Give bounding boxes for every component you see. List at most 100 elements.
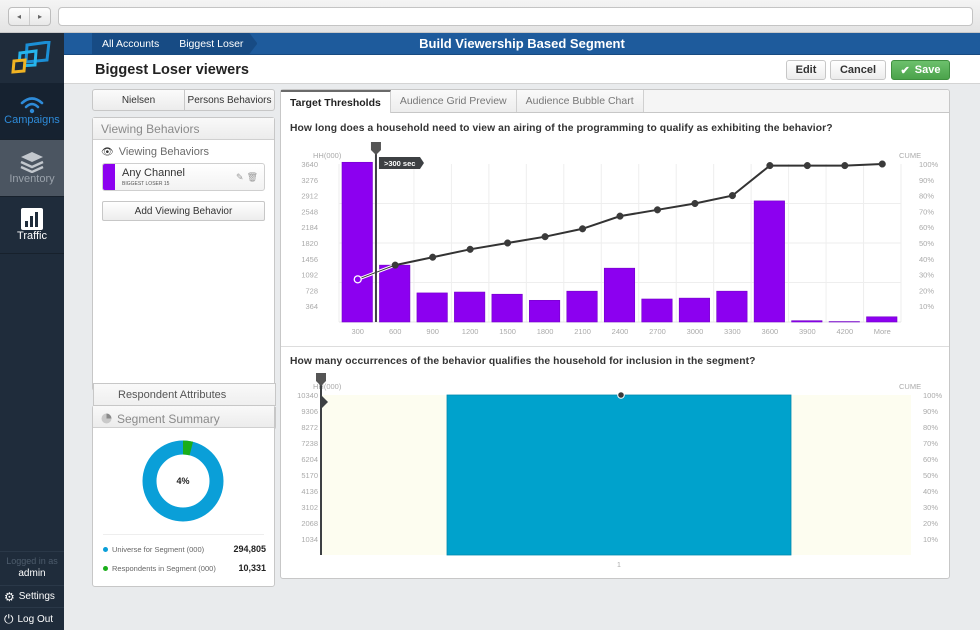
y2-tick-label: 70% [923,439,938,448]
y-tick-label: 8272 [301,423,318,432]
y2-tick-label: 80% [919,192,934,201]
respondents-dot-icon [103,565,108,571]
sidebar-item-label: Inventory [9,173,55,185]
back-button[interactable]: ◂ [9,8,30,25]
behavior-color-swatch [103,164,115,190]
cume-point [504,239,512,247]
y-tick-label: 2548 [301,207,318,216]
trash-icon[interactable]: 🗑 [247,172,258,183]
x-tick-label: 1200 [462,327,479,336]
y2-tick-label: 80% [923,423,938,432]
y-tick-label: 364 [305,302,318,311]
cume-point [803,162,811,170]
x-tick-label: 900 [426,327,439,336]
y-tick-label: 7238 [301,439,318,448]
left-column: Nielsen Persons Behaviors Viewing Behavi… [92,89,276,587]
edit-button[interactable]: Edit [786,60,826,80]
behavior-card[interactable]: Any Channel BIGGEST LOSER 15 ✎ 🗑 [102,163,265,191]
y2-tick-label: 90% [919,176,934,185]
y-tick-label: 2184 [301,223,318,232]
x-tick-label: 3000 [687,327,704,336]
cume-point [466,245,474,253]
sidebar-item-campaigns[interactable]: Campaigns [0,83,64,140]
pencil-icon[interactable]: ✎ [236,172,244,183]
app-logo[interactable] [0,33,64,83]
segment-summary-panel: Segment Summary 4% Universe for Segment … [92,405,275,587]
respondents-label: Respondents in Segment (000) [112,563,216,573]
tab-audience-grid-preview[interactable]: Audience Grid Preview [390,90,517,112]
sidebar-item-inventory[interactable]: Inventory [0,140,64,197]
cume-point [691,199,699,208]
save-button[interactable]: ✔ Save [891,60,950,80]
legend-respondents: Respondents in Segment (000) 10,331 [103,563,266,573]
x-tick-label: 2100 [574,327,591,336]
bar-chart-icon [21,208,43,230]
y2-tick-label: 40% [919,255,934,264]
x-tick-label: 2400 [612,327,629,336]
donut-percent-label: 4% [176,476,190,486]
x-tick-label: 3600 [762,327,779,336]
breadcrumb-all-accounts[interactable]: All Accounts [102,38,159,50]
logged-in-label: Logged in as [0,551,64,566]
viewing-behaviors-panel: Viewing Behaviors 👁 Viewing Behaviors An… [92,117,276,430]
tab-audience-bubble-chart[interactable]: Audience Bubble Chart [516,90,644,112]
tab-target-thresholds[interactable]: Target Thresholds [281,90,391,113]
bar [716,290,748,323]
universe-value: 294,805 [233,544,266,554]
cume-point [841,162,849,170]
behavior-program: BIGGEST LOSER 15 [122,181,170,187]
segment-summary-header[interactable]: Segment Summary [93,406,274,428]
cume-point [878,160,886,168]
y-tick-label: 3102 [301,503,318,512]
x-tick-label: 2700 [649,327,666,336]
bar [678,297,710,323]
save-label: Save [914,64,941,76]
y2-tick-label: 20% [919,286,934,295]
settings-link[interactable]: ⚙ Settings [0,586,64,608]
threshold-handle-icon [370,142,381,155]
y-tick-label: 3640 [301,160,318,169]
add-viewing-behavior-button[interactable]: Add Viewing Behavior [102,201,265,221]
cume-point [617,391,625,399]
power-icon: ⏻ [4,611,14,626]
viewing-behaviors-header[interactable]: Viewing Behaviors [93,118,274,140]
universe-label: Universe for Segment (000) [112,544,205,554]
respondent-attributes-label: Respondent Attributes [118,388,227,401]
x-tick-label: 1800 [537,327,554,336]
bar [416,292,448,323]
y-tick-label: 4136 [301,487,318,496]
logout-link[interactable]: ⏻ Log Out [0,608,64,630]
section-divider [281,346,949,347]
top-bar: Build Viewership Based Segment All Accou… [64,33,980,55]
occurrence-threshold-chart: 1034 2068 3102 4136 5170 6204 7238 8272 9306 1034… [297,373,943,569]
url-bar[interactable] [58,7,973,26]
x-tick-label: 3300 [724,327,741,336]
x-tick-label: 300 [351,327,364,336]
respondent-attributes-row[interactable]: Respondent Attributes [93,383,276,406]
forward-button[interactable]: ▸ [30,8,50,25]
tab-persons-behaviors[interactable]: Persons Behaviors [185,90,274,110]
threshold-tooltip-label: >300 sec [384,159,416,168]
cume-point [616,212,624,220]
app-sidebar: Campaigns Inventory Traffic Logged in as… [0,33,64,630]
y-tick-label: 2068 [301,519,318,528]
y2-tick-label: 20% [923,519,938,528]
sidebar-item-label: Campaigns [4,114,60,126]
breadcrumb-biggest-loser[interactable]: Biggest Loser [179,38,243,50]
y-tick-label: 6204 [301,455,318,464]
sidebar-item-traffic[interactable]: Traffic [0,197,64,254]
bar [753,200,785,323]
summary-divider [103,534,264,535]
y2-tick-label: 60% [923,455,938,464]
cancel-button[interactable]: Cancel [830,60,886,80]
checkmark-icon: ✔ [900,64,910,77]
y2-tick-label: 60% [919,223,934,232]
wifi-icon [20,97,44,114]
y-tick-label: 5170 [301,471,318,480]
x-tick-label: 4200 [836,327,853,336]
segment-donut-chart: 4% [141,439,225,523]
y2-tick-label: 70% [919,207,934,216]
tab-nielsen[interactable]: Nielsen [93,90,185,110]
y-tick-label: 1820 [301,239,318,248]
y-tick-label: 1092 [301,271,318,280]
